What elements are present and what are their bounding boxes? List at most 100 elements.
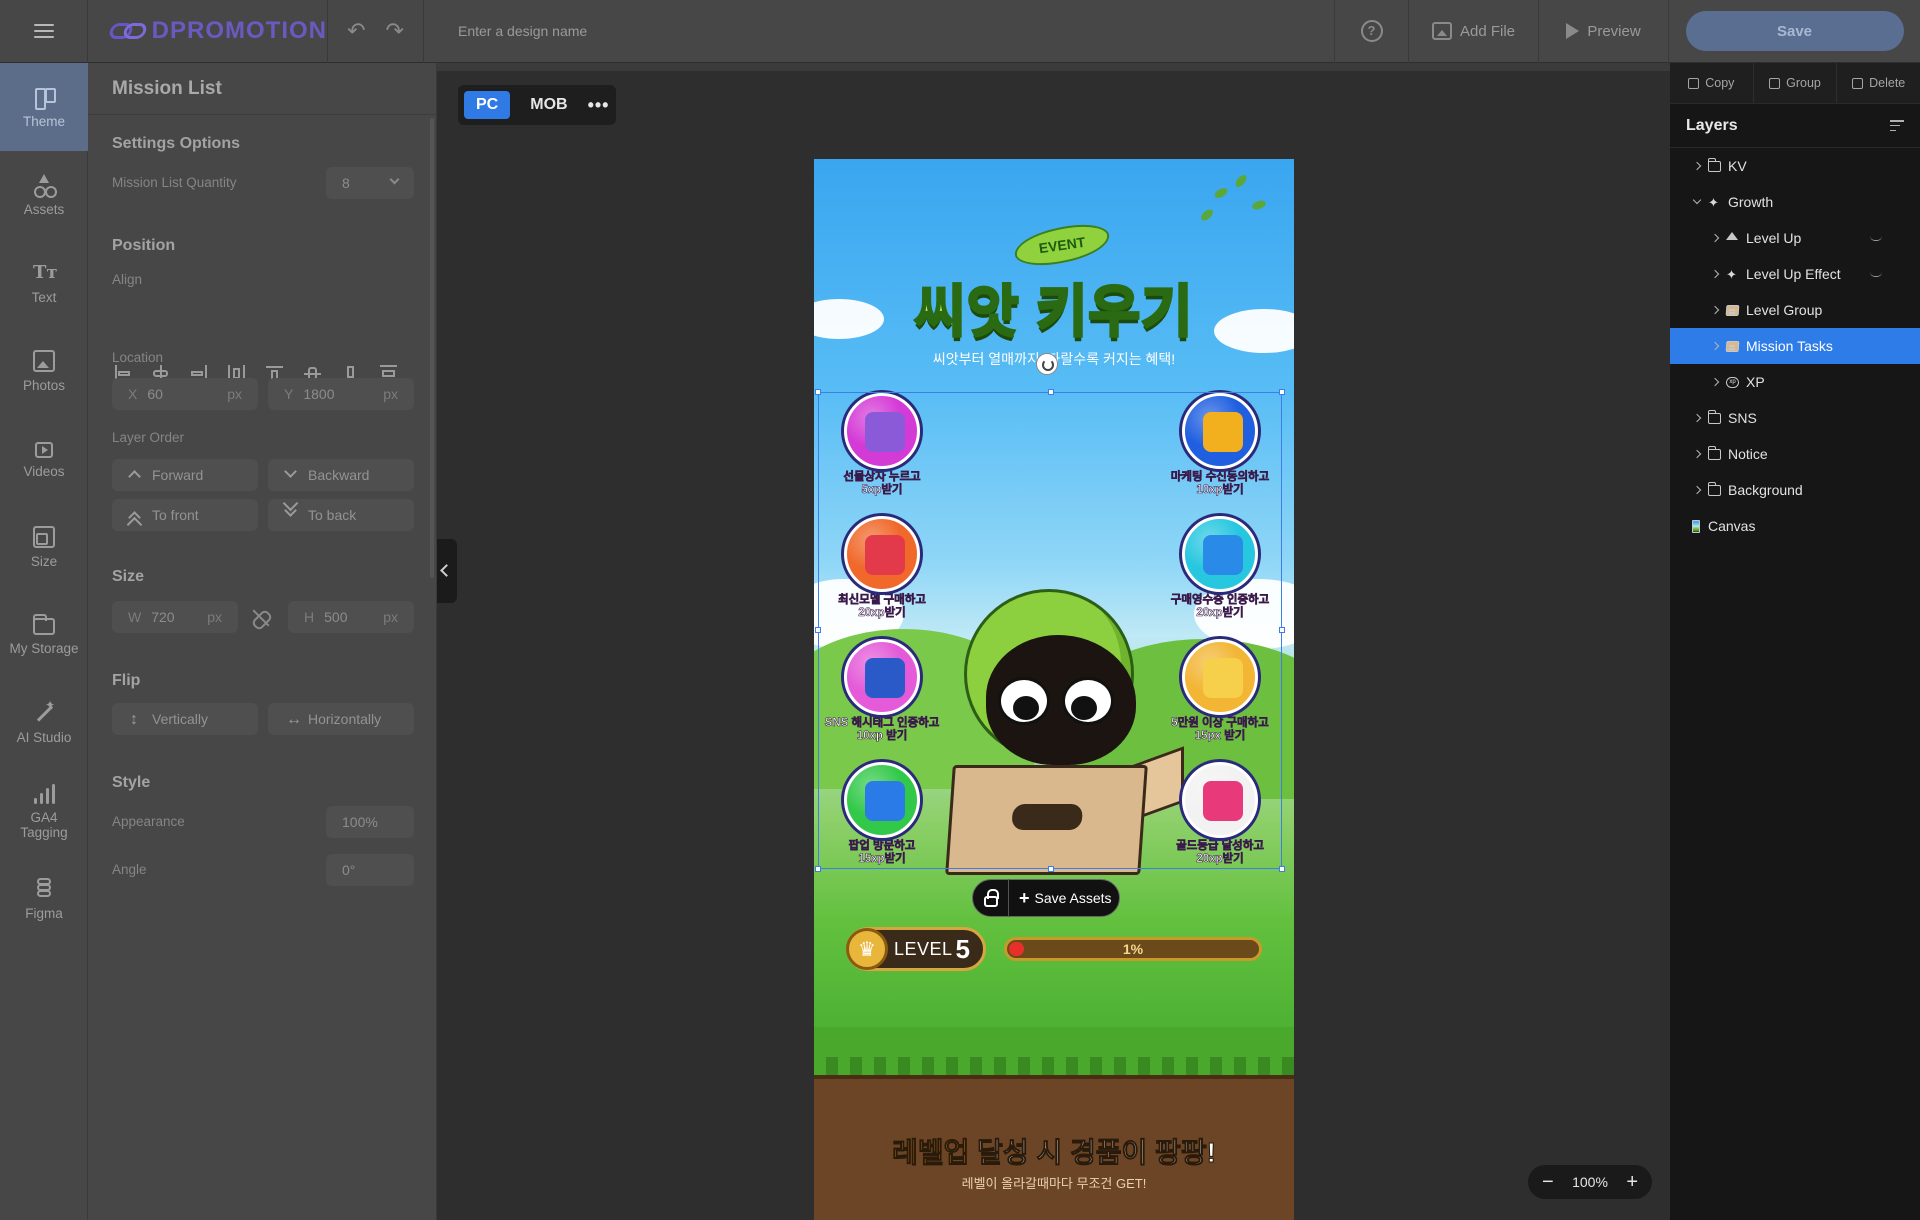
design-name-input[interactable]: Enter a design name: [424, 23, 1334, 39]
text-icon: Tт: [33, 261, 58, 283]
assets-icon: [33, 173, 55, 198]
filter-icon[interactable]: [1890, 120, 1904, 131]
level-badge: ♛ LEVEL 5: [846, 927, 986, 971]
chevron-right-icon[interactable]: [1692, 449, 1702, 459]
chevron-right-icon[interactable]: [1710, 269, 1720, 279]
copy-icon: [1688, 77, 1700, 89]
chevron-down-icon[interactable]: [1692, 195, 1702, 205]
chevron-right-icon[interactable]: [1710, 341, 1720, 351]
selection-box[interactable]: [815, 389, 1285, 872]
chevron-right-icon[interactable]: [1692, 161, 1702, 171]
leaf-decoration: [1251, 198, 1267, 212]
eye-off-icon[interactable]: [1870, 272, 1882, 277]
preview-label: Preview: [1587, 22, 1641, 40]
resize-handle[interactable]: [1048, 866, 1054, 872]
layer-item[interactable]: xp XP: [1670, 364, 1920, 400]
resize-handle[interactable]: [1048, 389, 1054, 395]
layer-item[interactable]: Level Group: [1670, 292, 1920, 328]
collapse-panel-button[interactable]: [437, 539, 457, 603]
quantity-select[interactable]: 8: [326, 167, 414, 199]
layer-label: Notice: [1728, 446, 1768, 462]
level-number: 5: [955, 933, 971, 964]
eye-off-icon[interactable]: [1870, 236, 1882, 241]
xp-progress-bar: 1%: [1004, 937, 1262, 961]
nav-my-storage[interactable]: My Storage: [0, 591, 88, 679]
backward-button[interactable]: Backward: [268, 459, 414, 491]
menu-button[interactable]: [0, 0, 88, 63]
nav-theme[interactable]: Theme: [0, 63, 88, 151]
device-pc-button[interactable]: PC: [464, 91, 511, 119]
x-input[interactable]: X 60 px: [112, 378, 258, 410]
help-button[interactable]: ?: [1334, 0, 1408, 63]
layer-item[interactable]: ✦ Level Up Effect: [1670, 256, 1920, 292]
layer-item[interactable]: Canvas: [1670, 508, 1920, 544]
chevron-right-icon[interactable]: [1710, 233, 1720, 243]
resize-handle[interactable]: [815, 866, 821, 872]
redo-icon[interactable]: ↷: [386, 18, 404, 44]
add-file-button[interactable]: Add File: [1408, 0, 1538, 63]
flip-horizontally-button[interactable]: ↔ Horizontally: [268, 703, 414, 735]
group-button[interactable]: Group: [1754, 63, 1838, 103]
layer-item[interactable]: KV: [1670, 148, 1920, 184]
chevron-right-icon[interactable]: [1710, 305, 1720, 315]
design-canvas[interactable]: EVENT 씨앗 키우기 씨앗부터 열매까지! 자랄수록 커지는 혜택! 선물상…: [814, 159, 1294, 1220]
zoom-out-button[interactable]: −: [1542, 1171, 1554, 1194]
delete-button[interactable]: Delete: [1837, 63, 1920, 103]
nav-label: Assets: [23, 201, 65, 217]
chevron-right-icon[interactable]: [1692, 413, 1702, 423]
panel-scrollbar[interactable]: [430, 118, 434, 578]
nav-size[interactable]: Size: [0, 503, 88, 591]
layer-item[interactable]: Level Up: [1670, 220, 1920, 256]
nav-ga4-tagging[interactable]: GA4 Tagging: [0, 767, 88, 855]
to-front-button[interactable]: To front: [112, 499, 258, 531]
nav-label: Text: [31, 289, 57, 305]
x-prefix: X: [128, 386, 138, 402]
resize-handle[interactable]: [815, 389, 821, 395]
h-value: 500: [324, 609, 348, 625]
y-input[interactable]: Y 1800 px: [268, 378, 414, 410]
h-prefix: H: [304, 609, 315, 625]
width-input[interactable]: W 720 px: [112, 601, 238, 633]
logo[interactable]: DPROMOTION: [88, 0, 328, 63]
rotate-handle-icon[interactable]: [1036, 353, 1058, 375]
unlink-icon[interactable]: [252, 609, 270, 627]
chevron-right-icon[interactable]: [1692, 485, 1702, 495]
layer-item[interactable]: ✦ Growth: [1670, 184, 1920, 220]
angle-input[interactable]: 0°: [326, 854, 414, 886]
device-mob-button[interactable]: MOB: [518, 91, 579, 119]
nav-assets[interactable]: Assets: [0, 151, 88, 239]
lock-button[interactable]: [973, 879, 1009, 917]
nav-photos[interactable]: Photos: [0, 327, 88, 415]
appearance-input[interactable]: 100%: [326, 806, 414, 838]
copy-button[interactable]: Copy: [1670, 63, 1754, 103]
nav-videos[interactable]: Videos: [0, 415, 88, 503]
resize-handle[interactable]: [1279, 627, 1285, 633]
preview-button[interactable]: Preview: [1538, 0, 1668, 63]
layer-item[interactable]: Background: [1670, 472, 1920, 508]
layer-order-label: Layer Order: [112, 430, 185, 445]
layer-item[interactable]: Mission Tasks: [1670, 328, 1920, 364]
resize-handle[interactable]: [815, 627, 821, 633]
nav-text[interactable]: Tт Text: [0, 239, 88, 327]
nav-figma[interactable]: Figma: [0, 855, 88, 943]
plus-icon: +: [1019, 887, 1030, 908]
layer-item[interactable]: SNS: [1670, 400, 1920, 436]
zoom-in-button[interactable]: +: [1626, 1171, 1638, 1194]
undo-icon[interactable]: ↶: [347, 18, 365, 44]
layer-item[interactable]: Notice: [1670, 436, 1920, 472]
to-back-button[interactable]: To back: [268, 499, 414, 531]
height-input[interactable]: H 500 px: [288, 601, 414, 633]
folder-icon: [1769, 77, 1781, 89]
delete-label: Delete: [1869, 76, 1906, 90]
resize-handle[interactable]: [1279, 866, 1285, 872]
save-button[interactable]: Save: [1685, 11, 1904, 51]
resize-handle[interactable]: [1279, 389, 1285, 395]
nav-ai-studio[interactable]: AI Studio: [0, 679, 88, 767]
chevron-right-icon[interactable]: [1710, 377, 1720, 387]
more-options-icon[interactable]: •••: [588, 95, 610, 116]
event-title: 씨앗 키우기: [913, 279, 1194, 345]
forward-button[interactable]: Forward: [112, 459, 258, 491]
save-assets-button[interactable]: Save Assets: [1035, 890, 1112, 906]
reward-subtitle: 레벨이 올라갈때마다 무조건 GET!: [961, 1176, 1147, 1191]
flip-vertically-button[interactable]: ↕ Vertically: [112, 703, 258, 735]
